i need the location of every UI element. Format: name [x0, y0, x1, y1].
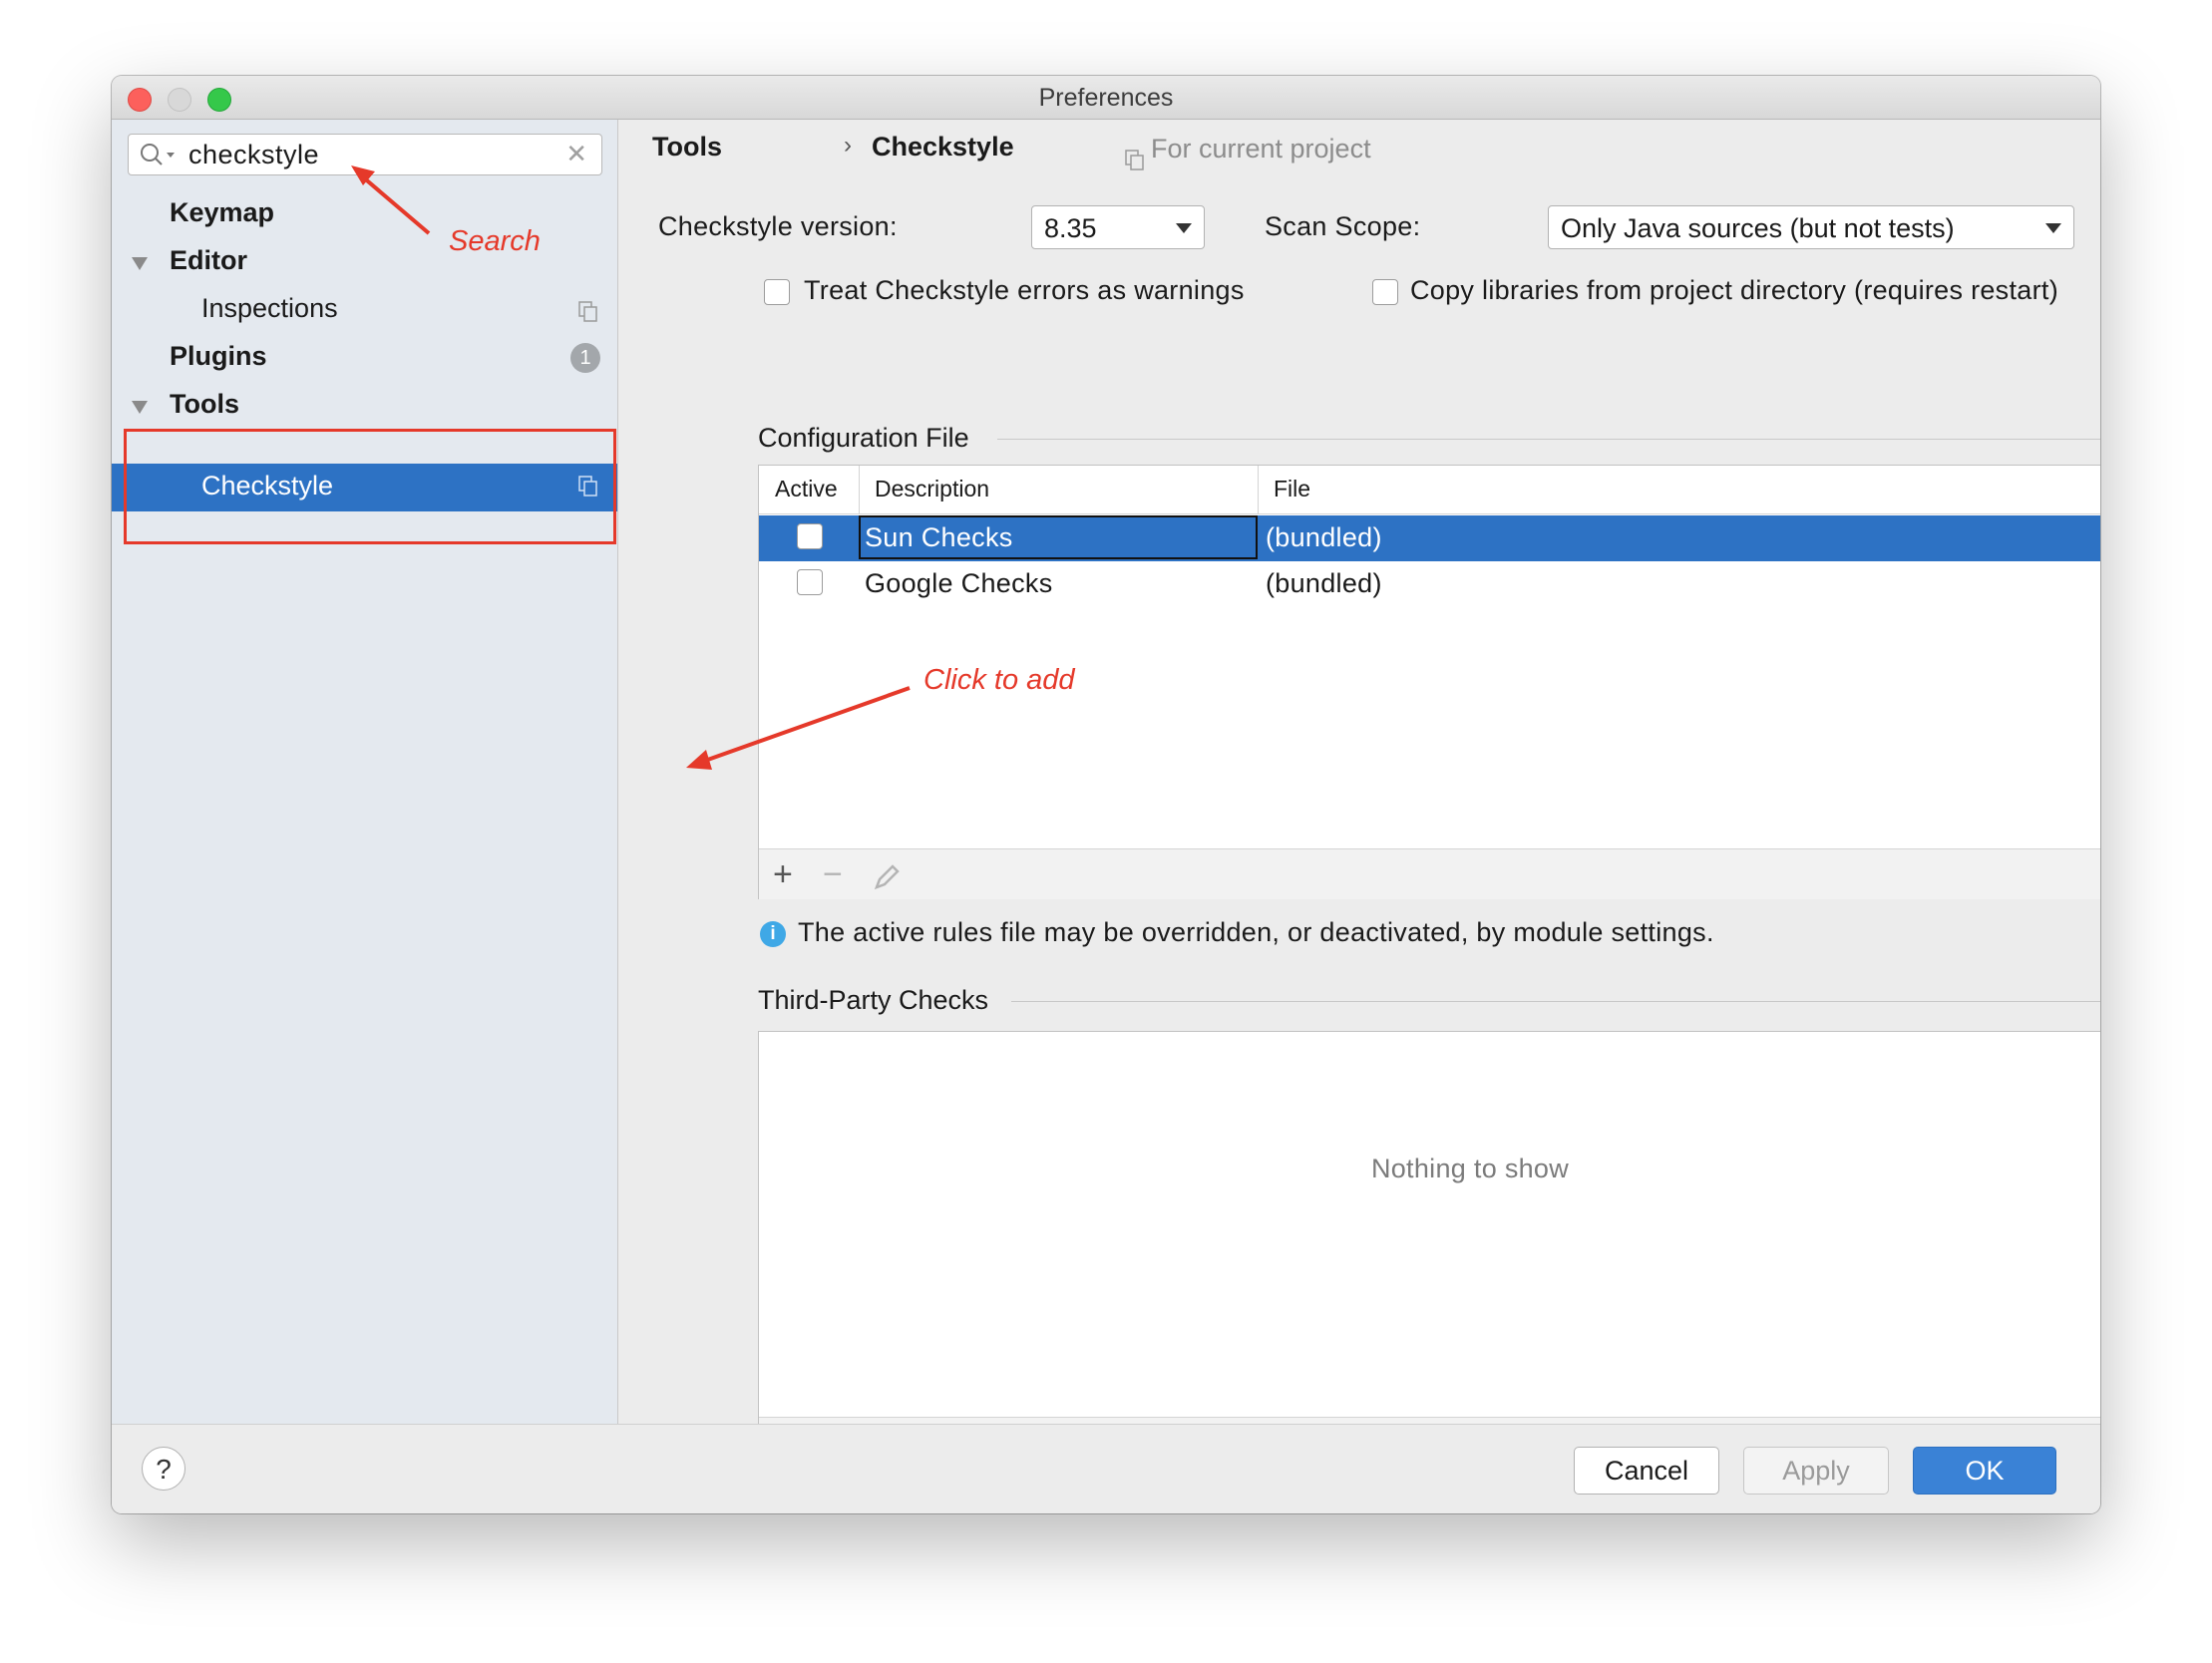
annotation-arrows [351, 166, 911, 770]
click-to-add-annotation: Click to add [923, 664, 1075, 696]
search-annotation: Search [449, 225, 541, 257]
